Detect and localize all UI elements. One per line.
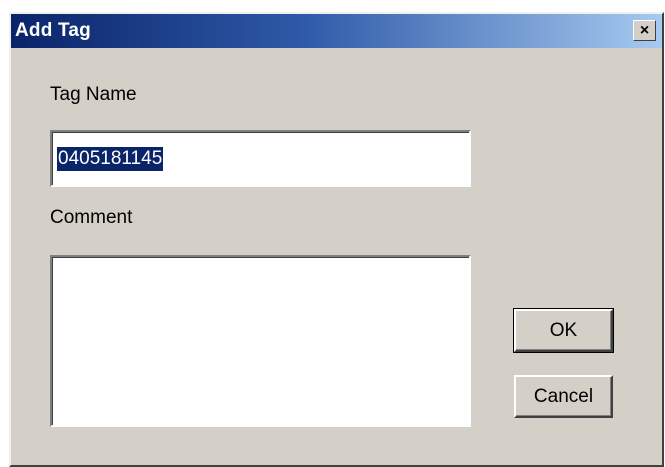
title-bar[interactable]: Add Tag × [11,14,662,48]
close-icon: × [639,22,650,39]
add-tag-dialog: Add Tag × Tag Name 0405181145 Comment OK… [9,12,664,467]
tag-name-value: 0405181145 [57,147,164,171]
tag-name-input[interactable]: 0405181145 [50,130,471,187]
tag-name-label: Tag Name [50,84,137,105]
comment-label: Comment [50,207,133,228]
cancel-button[interactable]: Cancel [514,375,613,418]
dialog-title: Add Tag [15,20,91,41]
close-button[interactable]: × [633,20,656,41]
comment-input[interactable] [50,255,471,427]
ok-button[interactable]: OK [513,308,614,353]
